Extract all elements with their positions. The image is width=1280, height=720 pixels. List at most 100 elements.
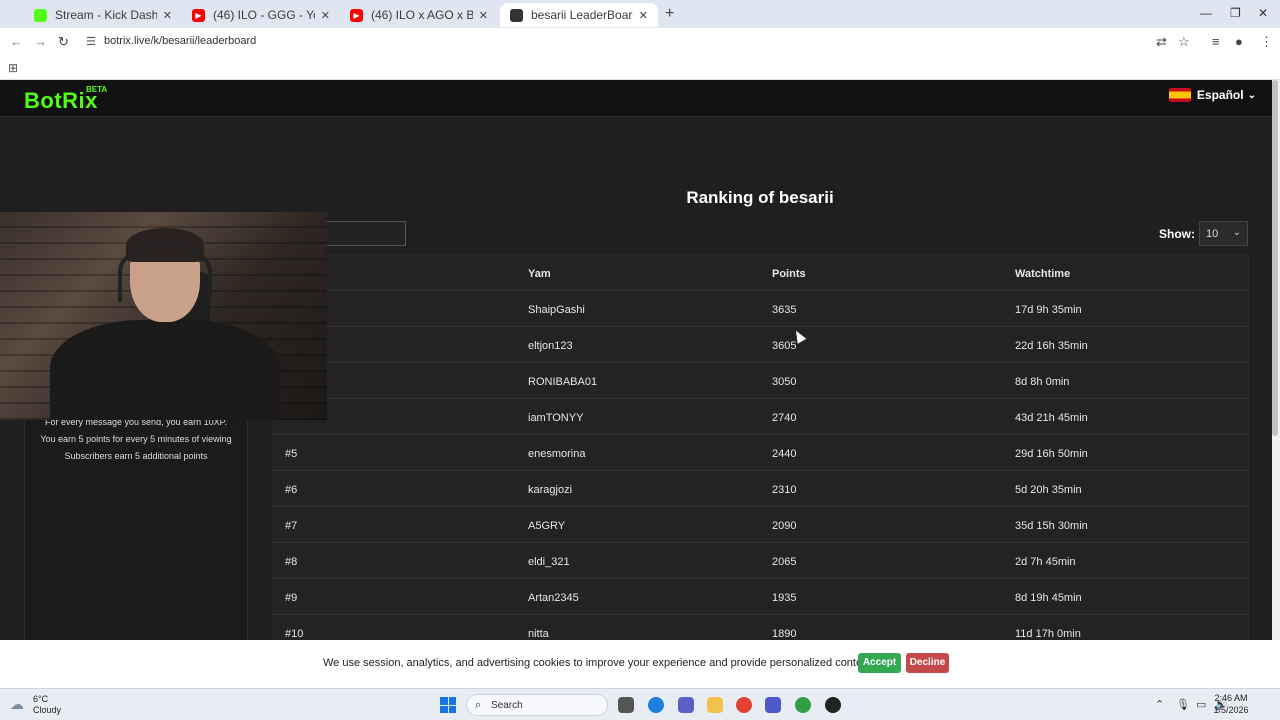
kick-icon <box>34 8 47 22</box>
table-row: RONIBABA01 3050 8d 8h 0min <box>274 363 1248 399</box>
weather-temp[interactable]: 6°C <box>33 694 48 704</box>
watchtime-cell: 11d 17h 0min <box>1015 628 1081 640</box>
points-cell: 2440 <box>772 448 797 460</box>
apps-grid-icon[interactable]: ⊞ <box>8 61 18 75</box>
cookie-banner: We use session, analytics, and advertisi… <box>0 640 1280 688</box>
table-row: iamTONYY 2740 43d 21h 45min <box>274 399 1248 435</box>
watchtime-cell: 22d 16h 35min <box>1015 340 1088 352</box>
accept-button[interactable]: Accept <box>858 653 901 673</box>
close-icon[interactable]: ✕ <box>479 9 488 22</box>
tab-kick-dashboard[interactable]: Stream - Kick Dashboard ✕ <box>24 3 182 27</box>
edge-icon[interactable] <box>648 697 664 713</box>
table-row: eltjon123 3605 22d 16h 35min <box>274 327 1248 363</box>
windows-start-icon[interactable] <box>440 697 456 713</box>
name-cell[interactable]: nitta <box>528 628 549 640</box>
close-icon[interactable]: ✕ <box>163 9 172 22</box>
youtube-icon: ▶ <box>350 8 363 22</box>
network-icon[interactable]: ▭ <box>1196 698 1206 711</box>
name-cell[interactable]: eldi_321 <box>528 556 570 568</box>
chrome-icon[interactable] <box>736 697 752 713</box>
discord-icon[interactable] <box>678 697 694 713</box>
weather-desc[interactable]: Cloudy <box>33 705 61 715</box>
chevron-up-icon[interactable]: ⌃ <box>1155 698 1164 711</box>
points-cell: 3050 <box>772 376 797 388</box>
menu-dots-icon[interactable]: ⋮ <box>1260 34 1273 50</box>
windows-taskbar: ☁ 6°C Cloudy ⌕ Search ⌃ 🎙 ▭ 🔊 2:46 AM 1/… <box>0 688 1280 720</box>
media-control-icon[interactable]: ≡ <box>1212 34 1220 49</box>
forward-icon[interactable]: → <box>34 34 47 49</box>
watchtime-cell: 8d 19h 45min <box>1015 592 1082 604</box>
close-icon[interactable]: ✕ <box>639 9 648 22</box>
spain-flag-icon <box>1168 88 1191 102</box>
cloud-icon[interactable]: ☁ <box>10 696 24 713</box>
clock-time[interactable]: 2:46 AM <box>1208 693 1254 703</box>
name-cell[interactable]: ShaipGashi <box>528 304 585 316</box>
watchtime-cell: 35d 15h 30min <box>1015 520 1088 532</box>
name-cell[interactable]: iamTONYY <box>528 412 583 424</box>
name-cell[interactable]: enesmorina <box>528 448 585 460</box>
table-row: ShaipGashi 3635 17d 9h 35min <box>274 291 1248 327</box>
column-header-name[interactable]: Yam <box>528 268 551 280</box>
page-size-select[interactable]: 10 ⌄ <box>1199 221 1248 246</box>
back-icon[interactable]: ← <box>10 34 23 49</box>
chrome-profile-icon[interactable] <box>795 697 811 713</box>
points-cell: 2310 <box>772 484 797 496</box>
tab-leaderboard[interactable]: besarii LeaderBoard | The best ✕ <box>500 3 658 27</box>
name-cell[interactable]: eltjon123 <box>528 340 573 352</box>
url-field[interactable]: botrix.live/k/besarii/leaderboard <box>104 35 256 47</box>
microphone-icon[interactable]: 🎙 <box>1176 698 1190 711</box>
points-cell: 1890 <box>772 628 797 640</box>
new-tab-icon[interactable]: + <box>665 5 674 23</box>
table-row: #6 karagjozi 2310 5d 20h 35min <box>274 471 1248 507</box>
decline-button[interactable]: Decline <box>906 653 949 673</box>
language-label: Español <box>1196 88 1244 102</box>
restore-icon[interactable]: ❐ <box>1230 6 1241 20</box>
minimize-icon[interactable]: — <box>1200 6 1212 20</box>
browser-tab-bar: Stream - Kick Dashboard ✕ ▶ (46) ILO - G… <box>0 0 1280 28</box>
page-scrollbar[interactable] <box>1272 80 1280 640</box>
search-icon: ⌕ <box>475 699 482 711</box>
tab-youtube-1[interactable]: ▶ (46) ILO - GGG - YouTube ✕ <box>182 3 340 27</box>
watchtime-cell: 43d 21h 45min <box>1015 412 1088 424</box>
profile-icon[interactable]: ● <box>1235 34 1243 49</box>
column-header-points[interactable]: Points <box>772 268 806 280</box>
taskbar-search[interactable]: ⌕ Search <box>466 694 608 716</box>
info-line: Subscribers earn 5 additional points <box>64 451 208 461</box>
site-header: BotRix BETA Español ⌄ <box>0 80 1272 117</box>
reload-icon[interactable]: ↻ <box>58 34 69 50</box>
youtube-icon: ▶ <box>192 8 205 22</box>
close-window-icon[interactable]: ✕ <box>1258 6 1268 20</box>
name-cell[interactable]: karagjozi <box>528 484 572 496</box>
points-cell: 1935 <box>772 592 797 604</box>
leaderboard-table: Yam Points Watchtime ShaipGashi 3635 17d 9… <box>273 254 1249 640</box>
name-cell[interactable]: RONIBABA01 <box>528 376 597 388</box>
points-cell: 3635 <box>772 304 797 316</box>
file-explorer-icon[interactable] <box>707 697 723 713</box>
scrollbar-thumb[interactable] <box>1272 80 1278 436</box>
table-row: #9 Artan2345 1935 8d 19h 45min <box>274 579 1248 615</box>
rank-cell: #10 <box>285 628 304 640</box>
table-header-row: Yam Points Watchtime <box>274 255 1248 291</box>
watchtime-cell: 2d 7h 45min <box>1015 556 1076 568</box>
name-cell[interactable]: A5GRY <box>528 520 565 532</box>
rank-cell: #6 <box>285 484 298 496</box>
obs-icon[interactable] <box>825 697 841 713</box>
page-size-value: 10 <box>1206 228 1219 240</box>
teams-icon[interactable] <box>765 697 781 713</box>
clock-date[interactable]: 1/5/2026 <box>1208 705 1254 715</box>
tab-title: besarii LeaderBoard | The best <box>531 8 633 22</box>
site-info-icon[interactable]: ☰ <box>86 35 96 48</box>
show-label: Show: <box>1159 227 1195 241</box>
close-icon[interactable]: ✕ <box>321 9 330 22</box>
cookie-text: We use session, analytics, and advertisi… <box>323 657 875 669</box>
language-selector[interactable]: Español ⌄ <box>1168 88 1256 102</box>
search-input[interactable] <box>320 221 406 246</box>
column-header-watchtime[interactable]: Watchtime <box>1015 268 1070 280</box>
name-cell[interactable]: Artan2345 <box>528 592 579 604</box>
task-view-icon[interactable] <box>618 697 634 713</box>
bookmark-star-icon[interactable]: ☆ <box>1178 34 1190 50</box>
botrix-icon <box>510 8 523 22</box>
points-cell: 3605 <box>772 340 797 352</box>
tab-youtube-2[interactable]: ▶ (46) ILO x AGO x BUTA - VENDI ✕ <box>340 3 498 27</box>
translate-icon[interactable]: ⇄ <box>1156 34 1167 50</box>
